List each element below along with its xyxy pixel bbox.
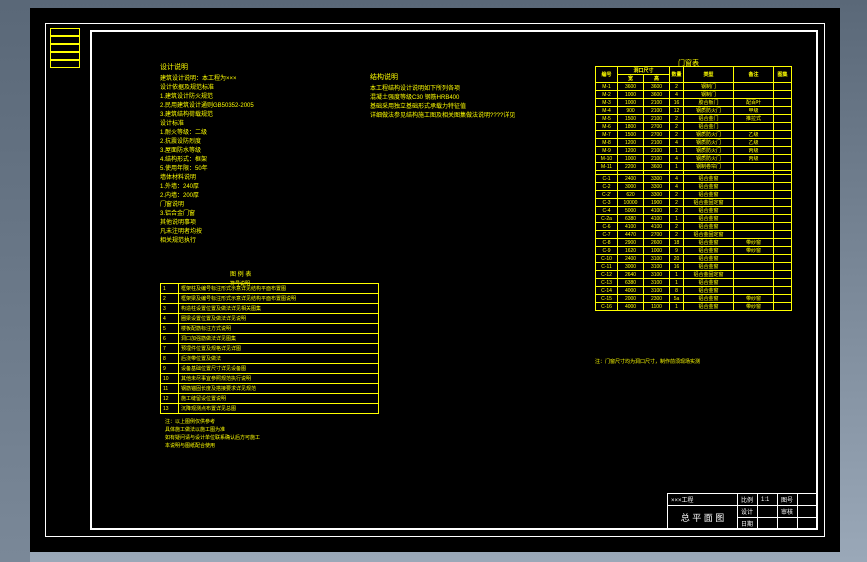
table-row: C-4500041002铝合金窗 <box>596 207 792 215</box>
legend-row: 4圈梁设置位置及做法详见说明 <box>161 314 379 324</box>
folding-marks <box>50 28 80 68</box>
table-row: C-6410041002铝合金窗 <box>596 223 792 231</box>
table-row: C-7447027002铝合金固定窗 <box>596 231 792 239</box>
legend-row: 13沉降观测点布置详见总图 <box>161 404 379 414</box>
table-row: M-8120021004钢质防火门乙级 <box>596 139 792 147</box>
table-row: C-102400310020铝合金窗 <box>596 255 792 263</box>
col-width: 宽 <box>618 75 644 83</box>
table-row: C-9162010009铝合金窗带纱窗 <box>596 247 792 255</box>
col-qty: 数量 <box>670 67 684 83</box>
legend-row: 8后浇带位置及做法 <box>161 354 379 364</box>
tb-project: ×××工程 <box>668 494 738 506</box>
legend-row: 10其他未尽事宜参照规范执行说明 <box>161 374 379 384</box>
table-row: M-4900210012钢质防火门甲级 <box>596 107 792 115</box>
tb-sheet-label: 图号 <box>778 494 798 506</box>
table-row: C-82900260018铝合金窗带纱窗 <box>596 239 792 247</box>
table-row: C-1240033004铝合金窗 <box>596 175 792 183</box>
tb-date-label: 日期 <box>738 518 758 530</box>
col-height: 高 <box>644 75 670 83</box>
col-dim: 洞口尺寸 <box>618 67 670 75</box>
cad-canvas[interactable]: 设计说明 建筑设计说明：本工程为×××设计依据及规范标准1.建筑设计防火规范2.… <box>30 8 840 552</box>
design-notes-left: 设计说明 建筑设计说明：本工程为×××设计依据及规范标准1.建筑设计防火规范2.… <box>160 63 340 246</box>
legend-row: 7预埋件位置及规格详见详图 <box>161 344 379 354</box>
table-row: C-13638031001铝合金窗 <box>596 279 792 287</box>
col-remark: 备注 <box>734 67 774 83</box>
tb-scale-label: 比例 <box>738 494 758 506</box>
legend-row: 3构造柱设置位置及做法详见相关图集 <box>161 304 379 314</box>
legend-row: 2框架梁及编号标注形式示意详见结构平面布置图说明 <box>161 294 379 304</box>
tb-check-label: 审核 <box>778 506 798 518</box>
footer-notes: 注：以上图例仅供参考具体施工做法以施工图为准如有疑问请与设计单位联系确认后方可施… <box>165 418 355 450</box>
col-extra: 图集 <box>774 67 792 83</box>
table-row: M-31000210016胶合板门配百叶 <box>596 99 792 107</box>
table-row: M-7150027002钢质防火门乙级 <box>596 131 792 139</box>
table-row: M-9120021001钢质防火门丙级 <box>596 147 792 155</box>
legend-row: 9设备基础位置尺寸详见设备图 <box>161 364 379 374</box>
legend-row: 5楼板配筋标注方式说明 <box>161 324 379 334</box>
table-row: C-31000019002铝合金固定窗 <box>596 199 792 207</box>
notes1-title: 设计说明 <box>160 63 340 72</box>
table-row: M-11220036001钢制卷帘门 <box>596 163 792 171</box>
col-type: 类型 <box>684 67 734 83</box>
legend-row: 11钢筋锚固长度及搭接要求详见规范 <box>161 384 379 394</box>
table-row: C-12264031001铝合金固定窗 <box>596 271 792 279</box>
tb-design-label: 设计 <box>738 506 758 518</box>
col-tag: 编号 <box>596 67 618 83</box>
table-row: C-2'62033002铝合金窗 <box>596 191 792 199</box>
table-row: M-10100021004钢质防火门丙级 <box>596 155 792 163</box>
legend-table: 1框架柱及编号标注形式示意详见结构平面布置图2框架梁及编号标注形式示意详见结构平… <box>160 283 379 414</box>
table-row: C-15200023005a铝合金窗带纱窗 <box>596 295 792 303</box>
table-row: M-6180027002铝合金门 <box>596 123 792 131</box>
table-row: C-14400031008铝合金窗 <box>596 287 792 295</box>
table-row: M-1360036002钢制门 <box>596 83 792 91</box>
design-notes-mid: 结构说明 本工程结构设计说明如下所列各项混凝土强度等级C30 钢筋HRB400基… <box>370 73 570 121</box>
table-row: C-16400011001铝合金窗带纱窗 <box>596 303 792 311</box>
notes2-title: 结构说明 <box>370 73 570 82</box>
table-row: C-113000310016铝合金窗 <box>596 263 792 271</box>
legend-row: 12施工缝留设位置说明 <box>161 394 379 404</box>
legend-row: 6洞口加强筋做法详见图集 <box>161 334 379 344</box>
table-row: C-2300033004铝合金窗 <box>596 183 792 191</box>
door-window-table: 编号 洞口尺寸 数量 类型 备注 图集 宽 高 M-1360036002钢制门M… <box>595 66 792 311</box>
legend-row: 1框架柱及编号标注形式示意详见结构平面布置图 <box>161 284 379 294</box>
table-row: M-2100036004钢制门 <box>596 91 792 99</box>
tb-drawing-name: 总 平 面 图 <box>668 506 738 530</box>
tb-scale: 1:1 <box>758 494 778 506</box>
table-row: C-2a638041001铝合金窗 <box>596 215 792 223</box>
table-row: M-5150021002铝合金门推拉式 <box>596 115 792 123</box>
title-block: ×××工程 比例 1:1 图号 总 平 面 图 设计 审核 日期 <box>667 493 818 530</box>
table-footer-note: 注：门窗尺寸均为洞口尺寸，制作前须现场实测 <box>595 358 700 367</box>
